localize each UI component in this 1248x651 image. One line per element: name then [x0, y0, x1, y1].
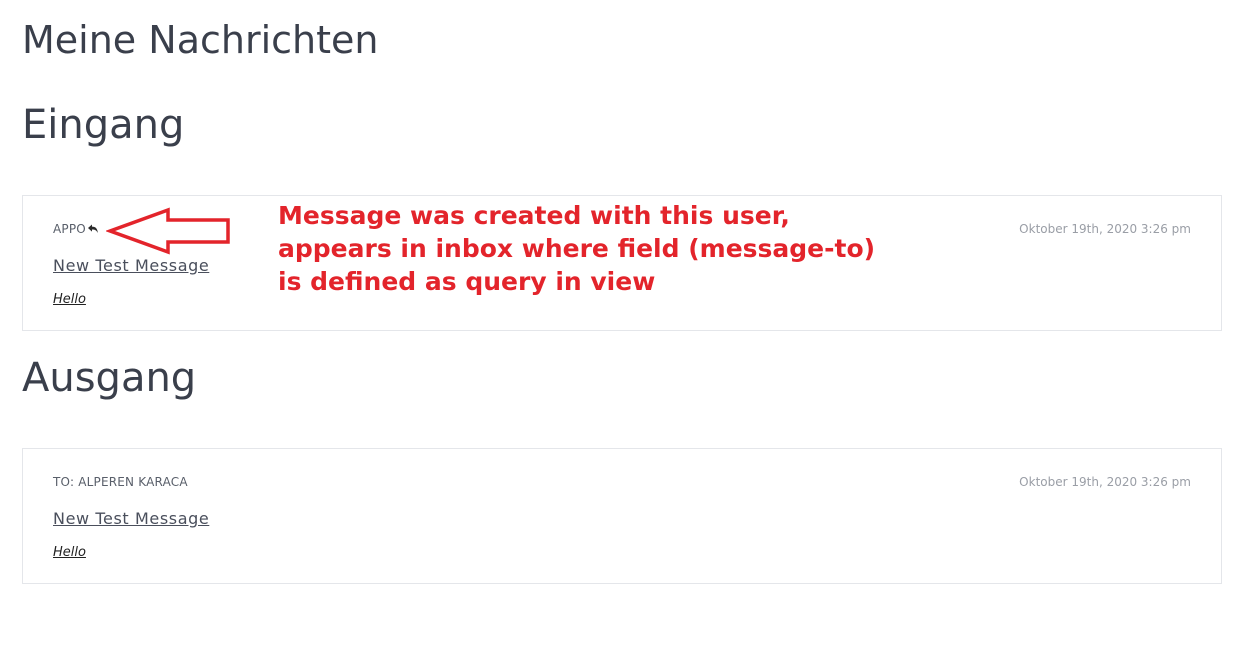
annotation-line: Message was created with this user, [278, 201, 790, 230]
message-date: Oktober 19th, 2020 3:26 pm [1019, 222, 1191, 236]
message-subject-link[interactable]: New Test Message [53, 255, 209, 277]
message-body-preview: Hello [53, 545, 86, 560]
sender-name: APPO [53, 222, 86, 236]
message-body-preview: Hello [53, 292, 86, 307]
message-recipient: TO: ALPEREN KARACA [53, 475, 188, 489]
reply-arrow-icon[interactable] [87, 223, 99, 235]
annotation-line: is defined as query in view [278, 267, 656, 296]
outbox-heading: Ausgang [22, 355, 197, 401]
annotation-text: Message was created with this user, appe… [278, 199, 918, 298]
message-subject-link[interactable]: New Test Message [53, 508, 209, 530]
message-date: Oktober 19th, 2020 3:26 pm [1019, 475, 1191, 489]
inbox-heading: Eingang [22, 102, 185, 148]
page-title: Meine Nachrichten [22, 18, 379, 62]
outbox-message-card[interactable]: TO: ALPEREN KARACA New Test Message Hell… [22, 448, 1222, 584]
annotation-line: appears in inbox where field (message-to… [278, 234, 876, 263]
message-sender: APPO [53, 221, 99, 237]
annotation-left-arrow-icon [106, 207, 230, 255]
